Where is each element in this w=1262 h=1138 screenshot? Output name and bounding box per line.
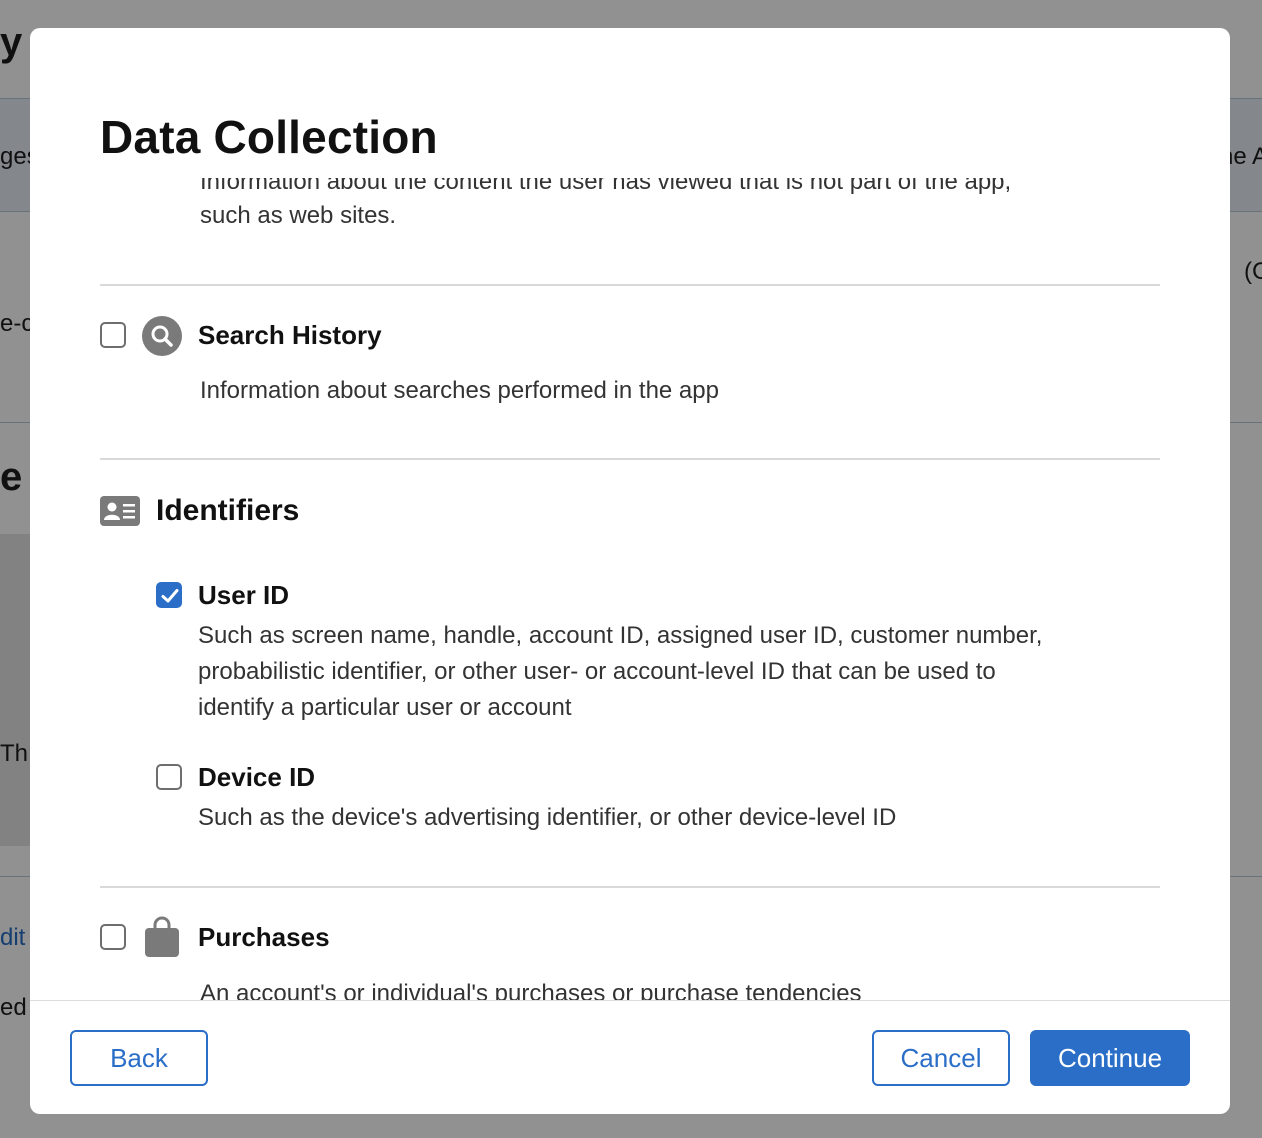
- purchases-description: An account's or individual's purchases o…: [200, 980, 862, 1000]
- user-id-label: User ID: [198, 580, 290, 610]
- device-id-checkbox[interactable]: [156, 764, 182, 790]
- search-icon: [142, 316, 182, 356]
- user-id-description-line-3: identify a particular user or account: [198, 694, 572, 721]
- divider: [100, 886, 1160, 888]
- footer-divider: [30, 1000, 1230, 1001]
- contact-card-icon: [100, 496, 140, 531]
- search-history-label: Search History: [198, 320, 382, 350]
- dialog-scroll-area[interactable]: Information about the content the user h…: [30, 178, 1230, 1000]
- purchases-label: Purchases: [198, 922, 330, 952]
- shopping-bag-icon: [144, 916, 180, 963]
- user-id-description-line-2: probabilistic identifier, or other user-…: [198, 658, 996, 685]
- checkmark-icon: [161, 589, 179, 603]
- device-id-description: Such as the device's advertising identif…: [198, 804, 897, 831]
- user-id-description-line-1: Such as screen name, handle, account ID,…: [198, 622, 1043, 649]
- data-collection-dialog: Data Collection Information about the co…: [30, 28, 1230, 1114]
- browsing-history-description-end: such as web sites.: [200, 202, 397, 229]
- search-history-checkbox[interactable]: [100, 322, 126, 348]
- divider: [100, 458, 1160, 460]
- device-id-label: Device ID: [198, 762, 316, 792]
- browsing-history-description-partial: Information about the content the user h…: [200, 178, 1012, 195]
- continue-button[interactable]: Continue: [1030, 1030, 1190, 1086]
- purchases-checkbox[interactable]: [100, 924, 126, 950]
- search-history-description: Information about searches performed in …: [200, 377, 719, 404]
- divider: [100, 284, 1160, 286]
- identifiers-heading: Identifiers: [156, 494, 300, 527]
- user-id-checkbox[interactable]: [156, 582, 182, 608]
- back-button[interactable]: Back: [70, 1030, 208, 1086]
- cancel-button[interactable]: Cancel: [872, 1030, 1010, 1086]
- dialog-title: Data Collection: [100, 111, 438, 163]
